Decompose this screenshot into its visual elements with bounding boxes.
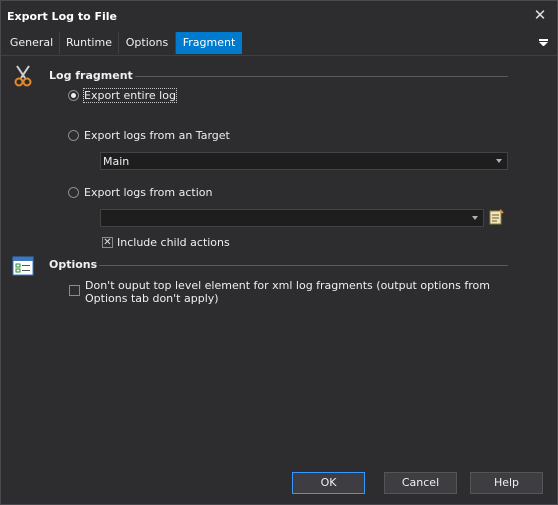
tab-bar: General Runtime Options Fragment: [1, 31, 557, 56]
target-select[interactable]: Main: [100, 152, 508, 170]
log-fragment-divider: [135, 76, 508, 77]
radio-button[interactable]: [68, 130, 79, 141]
window-title: Export Log to File: [7, 10, 117, 23]
action-select[interactable]: [100, 209, 484, 227]
chevron-down-icon[interactable]: [467, 210, 483, 226]
target-select-value: Main: [103, 155, 130, 168]
radio-button[interactable]: [68, 187, 79, 198]
tab-menu-icon[interactable]: [537, 36, 551, 50]
no-top-level-checkbox[interactable]: [69, 285, 80, 296]
checklist-window-icon: [12, 256, 36, 280]
include-child-actions-label[interactable]: Include child actions: [117, 236, 230, 249]
scissors-icon: [11, 64, 35, 88]
radio-export-entire-log-label[interactable]: Export entire log: [83, 88, 177, 103]
title-bar[interactable]: Export Log to File ✕: [1, 1, 557, 31]
action-browse-icon[interactable]: [488, 209, 504, 225]
ok-button[interactable]: OK: [292, 472, 365, 494]
chevron-down-icon[interactable]: [491, 153, 507, 169]
radio-export-from-target-label[interactable]: Export logs from an Target: [84, 129, 230, 142]
radio-button[interactable]: [68, 90, 79, 101]
radio-export-from-action-label[interactable]: Export logs from action: [84, 186, 212, 199]
tab-options[interactable]: Options: [119, 32, 176, 54]
include-child-actions-checkbox[interactable]: ✕: [102, 237, 113, 248]
tab-general[interactable]: General: [4, 32, 60, 54]
options-divider: [99, 265, 508, 266]
cancel-button[interactable]: Cancel: [384, 472, 457, 494]
help-button[interactable]: Help: [470, 472, 543, 494]
close-icon[interactable]: ✕: [532, 7, 548, 23]
options-header: Options: [49, 258, 98, 271]
log-fragment-header: Log fragment: [49, 69, 133, 82]
tab-runtime[interactable]: Runtime: [60, 32, 119, 54]
tab-fragment[interactable]: Fragment: [176, 32, 242, 54]
export-log-dialog: Export Log to File ✕ General Runtime Opt…: [0, 0, 558, 505]
no-top-level-label[interactable]: Don't ouput top level element for xml lo…: [85, 279, 505, 305]
